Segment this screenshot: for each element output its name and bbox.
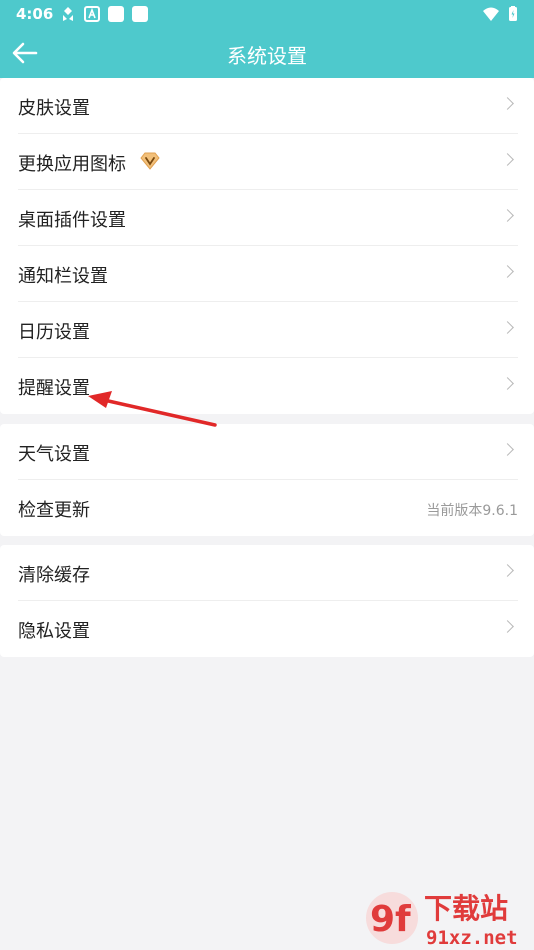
menu-item-skin-settings[interactable]: 皮肤设置	[18, 78, 518, 134]
status-time: 4:06	[16, 5, 54, 23]
svg-text:下载站: 下载站	[424, 892, 508, 925]
svg-text:91xz.net: 91xz.net	[426, 927, 518, 948]
menu-item-weather-settings[interactable]: 天气设置	[18, 424, 518, 480]
chevron-right-icon	[501, 443, 514, 456]
menu-item-calendar-settings[interactable]: 日历设置	[18, 302, 518, 358]
menu-item-label: 天气设置	[18, 444, 90, 465]
chevron-right-icon	[501, 153, 514, 166]
menu-item-desktop-widget-settings[interactable]: 桌面插件设置	[18, 190, 518, 246]
menu-item-label: 通知栏设置	[18, 266, 108, 287]
sync-icon	[63, 7, 73, 21]
menu-item-check-update[interactable]: 检查更新 当前版本9.6.1	[18, 480, 518, 536]
menu-item-label: 桌面插件设置	[18, 210, 126, 231]
settings-group-weather-update: 天气设置 检查更新 当前版本9.6.1	[0, 424, 534, 536]
settings-group-privacy: 清除缓存 隐私设置	[0, 545, 534, 657]
menu-item-label: 检查更新	[18, 500, 90, 521]
watermark-logo: 9f 下载站 91xz.net	[366, 892, 518, 948]
status-bar: 4:06	[0, 0, 534, 28]
menu-item-clear-cache[interactable]: 清除缓存	[18, 545, 518, 601]
app-square-icon	[108, 6, 124, 22]
chevron-right-icon	[501, 265, 514, 278]
menu-item-label: 提醒设置	[18, 378, 90, 399]
menu-item-label: 皮肤设置	[18, 98, 90, 119]
chevron-right-icon	[501, 620, 514, 633]
chevron-right-icon	[501, 97, 514, 110]
vip-diamond-icon	[140, 152, 160, 170]
app-square-icon	[132, 6, 148, 22]
menu-item-label: 日历设置	[18, 322, 90, 343]
page-title: 系统设置	[227, 44, 307, 68]
menu-item-label: 隐私设置	[18, 621, 90, 642]
app-bar: 系统设置	[0, 28, 534, 78]
current-version-text: 当前版本9.6.1	[426, 503, 518, 519]
chevron-right-icon	[501, 377, 514, 390]
menu-item-label: 更换应用图标	[18, 154, 126, 175]
menu-item-notification-bar-settings[interactable]: 通知栏设置	[18, 246, 518, 302]
chevron-right-icon	[501, 321, 514, 334]
app-a-icon	[84, 6, 100, 22]
menu-item-privacy-settings[interactable]: 隐私设置	[18, 601, 518, 657]
svg-text:9f: 9f	[370, 899, 411, 940]
battery-icon	[509, 6, 517, 21]
chevron-right-icon	[501, 209, 514, 222]
wifi-icon	[483, 7, 499, 21]
settings-group-general: 皮肤设置 更换应用图标 桌面插件设置 通知栏设置 日历设置 提醒设置	[0, 78, 534, 414]
menu-item-change-app-icon[interactable]: 更换应用图标	[18, 134, 518, 190]
chevron-right-icon	[501, 564, 514, 577]
menu-item-label: 清除缓存	[18, 565, 90, 586]
menu-item-reminder-settings[interactable]: 提醒设置	[18, 358, 518, 414]
